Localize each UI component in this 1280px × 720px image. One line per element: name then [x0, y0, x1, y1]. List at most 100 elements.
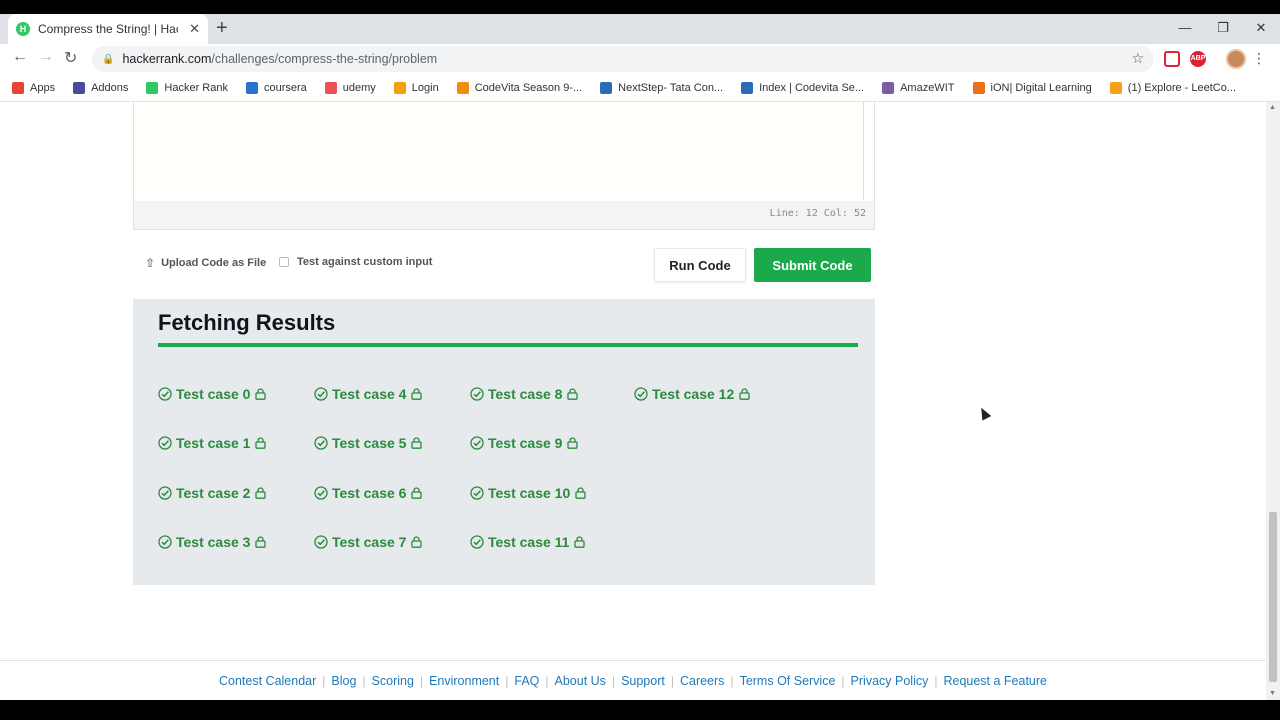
lock-icon [411, 487, 423, 499]
footer-link[interactable]: Scoring [372, 674, 414, 688]
test-case-label: Test case 7 [332, 534, 407, 550]
new-tab-button[interactable]: + [216, 18, 228, 38]
run-code-button[interactable]: Run Code [654, 248, 746, 282]
bookmark-label: Index | Codevita Se... [759, 81, 865, 94]
scroll-down-icon[interactable]: ▼ [1269, 690, 1276, 697]
test-case-label: Test case 4 [332, 386, 407, 402]
test-case-item[interactable]: Test case 11 [470, 534, 586, 550]
footer-link[interactable]: Request a Feature [943, 674, 1047, 688]
test-case-item[interactable]: Test case 6 [314, 485, 423, 501]
menu-kebab-icon[interactable]: ⋮ [1252, 50, 1266, 67]
test-case-item[interactable]: Test case 2 [158, 485, 267, 501]
reload-icon[interactable]: ↻ [64, 48, 77, 68]
test-case-item[interactable]: Test case 9 [470, 435, 579, 451]
bookmark-label: Login [411, 81, 439, 94]
footer-link[interactable]: Contest Calendar [219, 674, 316, 688]
bookmark-item[interactable]: CodeVita Season 9-... [456, 81, 582, 94]
browser-tab[interactable]: H Compress the String! | HackerRank ✕ [8, 14, 208, 44]
bookmark-item[interactable]: Index | Codevita Se... [741, 81, 865, 94]
login-icon [393, 81, 406, 94]
back-icon[interactable]: ← [12, 48, 28, 66]
secure-lock-icon: 🔒 [102, 53, 115, 65]
bookmark-item[interactable]: (1) Explore - LeetCo... [1109, 81, 1236, 94]
lock-icon [255, 437, 267, 449]
url-path: /challenges/compress-the-string/problem [211, 52, 438, 66]
footer-link[interactable]: Careers [680, 674, 724, 688]
bookmark-item[interactable]: udemy [324, 81, 376, 94]
test-case-item[interactable]: Test case 8 [470, 386, 579, 402]
test-case-label: Test case 10 [488, 485, 571, 501]
upload-label: Upload Code as File [161, 257, 267, 269]
check-circle-icon [634, 387, 648, 401]
url-text: hackerrank.com/challenges/compress-the-s… [122, 52, 437, 66]
address-bar[interactable]: 🔒 hackerrank.com/challenges/compress-the… [92, 46, 1154, 72]
results-progress-bar [158, 343, 858, 347]
test-case-label: Test case 6 [332, 485, 407, 501]
check-circle-icon [314, 535, 328, 549]
test-case-item[interactable]: Test case 12 [634, 386, 750, 402]
lock-icon [574, 536, 586, 548]
check-circle-icon [470, 387, 484, 401]
test-case-item[interactable]: Test case 3 [158, 534, 267, 550]
submit-code-button[interactable]: Submit Code [754, 248, 871, 282]
check-circle-icon [314, 387, 328, 401]
profile-avatar[interactable] [1226, 49, 1246, 69]
test-case-item[interactable]: Test case 1 [158, 435, 267, 451]
scroll-thumb[interactable] [1269, 512, 1277, 682]
lock-icon [411, 388, 423, 400]
lock-icon [567, 388, 579, 400]
footer-link[interactable]: About Us [555, 674, 606, 688]
footer-separator: | [670, 673, 674, 688]
footer-link[interactable]: FAQ [514, 674, 539, 688]
test-case-item[interactable]: Test case 10 [470, 485, 586, 501]
hackerrank-favicon-icon: H [16, 22, 30, 36]
footer-link[interactable]: Privacy Policy [851, 674, 929, 688]
test-case-item[interactable]: Test case 7 [314, 534, 423, 550]
page-scrollbar[interactable]: ▲ ▼ [1266, 102, 1280, 700]
bookmark-item[interactable]: AmazeWIT [882, 81, 955, 94]
code-editor[interactable]: Line: 12 Col: 52 [133, 102, 875, 230]
window-close-icon[interactable]: ✕ [1242, 14, 1280, 44]
test-case-label: Test case 12 [652, 386, 735, 402]
bookmark-label: iON| Digital Learning [990, 81, 1092, 94]
bookmark-label: udemy [342, 81, 376, 94]
minimize-icon[interactable]: — [1166, 14, 1204, 44]
bookmark-item[interactable]: Apps [12, 81, 55, 94]
bookmark-label: Hacker Rank [164, 81, 228, 94]
bookmark-item[interactable]: Addons [73, 81, 128, 94]
pocket-extension-icon[interactable] [1164, 51, 1180, 67]
code-area[interactable] [134, 102, 864, 200]
lock-icon [255, 487, 267, 499]
ion-icon [972, 81, 985, 94]
check-circle-icon [470, 486, 484, 500]
footer-link[interactable]: Terms Of Service [740, 674, 836, 688]
bookmark-item[interactable]: NextStep- Tata Con... [600, 81, 723, 94]
test-case-label: Test case 5 [332, 435, 407, 451]
custom-input-checkbox[interactable] [279, 257, 289, 267]
bookmarks-bar: Apps Addons Hacker Rank coursera udemy Login C… [0, 74, 1280, 102]
forward-icon[interactable]: → [38, 48, 54, 66]
custom-input-toggle[interactable]: Test against custom input [279, 256, 432, 268]
test-case-item[interactable]: Test case 0 [158, 386, 267, 402]
footer-separator: | [505, 673, 509, 688]
footer-link[interactable]: Blog [331, 674, 356, 688]
test-case-item[interactable]: Test case 5 [314, 435, 423, 451]
check-circle-icon [470, 535, 484, 549]
upload-code-link[interactable]: ⇧ Upload Code as File [145, 256, 266, 270]
bookmark-star-icon[interactable]: ☆ [1131, 50, 1144, 67]
bookmark-item[interactable]: Login [393, 81, 439, 94]
custom-input-label: Test against custom input [297, 256, 433, 268]
test-case-item[interactable]: Test case 4 [314, 386, 423, 402]
window-controls: — ❐ ✕ [1166, 14, 1280, 44]
restore-icon[interactable]: ❐ [1204, 14, 1242, 44]
check-circle-icon [314, 436, 328, 450]
footer-link[interactable]: Support [621, 674, 665, 688]
bookmark-item[interactable]: coursera [245, 81, 307, 94]
footer-link[interactable]: Environment [429, 674, 499, 688]
bookmark-item[interactable]: iON| Digital Learning [972, 81, 1092, 94]
close-tab-icon[interactable]: ✕ [189, 21, 200, 37]
bookmark-item[interactable]: Hacker Rank [146, 81, 228, 94]
scroll-up-icon[interactable]: ▲ [1269, 104, 1276, 111]
adblock-extension-icon[interactable]: ABP [1190, 51, 1206, 67]
check-circle-icon [158, 486, 172, 500]
